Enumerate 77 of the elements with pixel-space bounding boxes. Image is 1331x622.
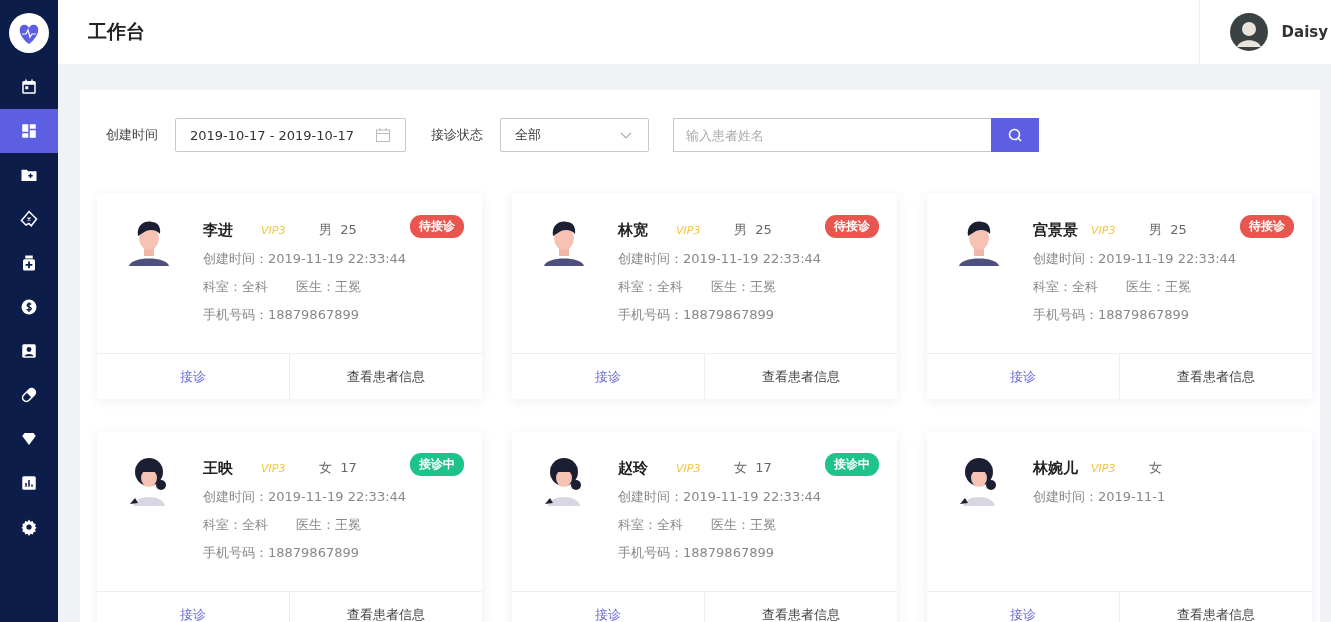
status-badge: 待接诊 (410, 215, 464, 238)
filter-label: 创建时间 (106, 126, 158, 144)
tag-icon (20, 210, 38, 228)
gender-age: 女 17 (734, 459, 772, 477)
department: 科室：全科 (1033, 278, 1098, 296)
phone-number: 手机号码：18879867899 (203, 544, 360, 562)
status-select[interactable]: 全部 (500, 118, 649, 152)
search-field[interactable]: 输入患者姓名 (673, 118, 991, 152)
vip-level: VIP3 (676, 461, 702, 475)
doctor: 医生：王冕 (711, 516, 776, 534)
user-name: Daisy (1281, 23, 1328, 41)
patient-name: 王映 (203, 458, 234, 478)
doctor: 医生：王冕 (1126, 278, 1191, 296)
patient-name: 林宽 (618, 220, 649, 240)
vip-level: VIP3 (1091, 223, 1117, 237)
dollar-icon (20, 298, 38, 316)
department: 科室：全科 (618, 278, 683, 296)
page-title: 工作台 (88, 19, 145, 44)
patient-name: 赵玲 (618, 458, 649, 478)
gender-age: 男 25 (319, 221, 357, 239)
accept-link[interactable]: 接诊 (97, 354, 290, 399)
doctor: 医生：王冕 (711, 278, 776, 296)
phone-number: 手机号码：18879867899 (618, 306, 775, 324)
created-time: 创建时间：2019-11-1 (1033, 488, 1166, 506)
department: 科室：全科 (203, 278, 268, 296)
phone-number: 手机号码：18879867899 (1033, 306, 1190, 324)
accept-link[interactable]: 接诊 (927, 592, 1120, 622)
phone-number: 手机号码：18879867899 (618, 544, 775, 562)
settings-icon (20, 518, 38, 536)
created-time: 创建时间：2019-11-19 22:33:44 (618, 250, 822, 268)
created-time: 创建时间：2019-11-19 22:33:44 (618, 488, 822, 506)
view-info-link[interactable]: 查看患者信息 (705, 354, 897, 399)
heart-logo-icon (9, 13, 49, 53)
created-time: 创建时间：2019-11-19 22:33:44 (203, 250, 407, 268)
vip-level: VIP3 (676, 223, 702, 237)
bar-chart-icon (20, 474, 38, 492)
search-button[interactable] (991, 118, 1039, 152)
contact-icon (20, 342, 38, 360)
search-icon (1007, 127, 1023, 143)
doctor: 医生：王冕 (296, 278, 361, 296)
created-time: 创建时间：2019-11-19 22:33:44 (1033, 250, 1237, 268)
dashboard-icon (20, 122, 38, 140)
status-badge: 待接诊 (1240, 215, 1294, 238)
department: 科室：全科 (618, 516, 683, 534)
view-info-link[interactable]: 查看患者信息 (1120, 592, 1312, 622)
accept-link[interactable]: 接诊 (927, 354, 1120, 399)
gender-age: 男 25 (734, 221, 772, 239)
date-range-field[interactable]: 2019-10-17 - 2019-10-17 (175, 118, 406, 152)
user-avatar-icon[interactable] (1229, 13, 1268, 51)
accept-link[interactable]: 接诊 (512, 592, 705, 622)
gender-age: 女 (1149, 459, 1162, 477)
vip-level: VIP3 (1091, 461, 1117, 475)
view-info-link[interactable]: 查看患者信息 (290, 592, 482, 622)
department: 科室：全科 (203, 516, 268, 534)
phone-number: 手机号码：18879867899 (203, 306, 360, 324)
filter-label: 接诊状态 (431, 126, 483, 144)
gender-age: 男 25 (1149, 221, 1187, 239)
view-info-link[interactable]: 查看患者信息 (705, 592, 897, 622)
calendar-icon (20, 78, 38, 96)
doctor: 医生：王冕 (296, 516, 361, 534)
vip-level: VIP3 (261, 461, 287, 475)
view-info-link[interactable]: 查看患者信息 (1120, 354, 1312, 399)
patient-name: 李进 (203, 220, 234, 240)
created-time: 创建时间：2019-11-19 22:33:44 (203, 488, 407, 506)
gender-age: 女 17 (319, 459, 357, 477)
status-badge: 接诊中 (410, 453, 464, 476)
patient-name: 宫景景 (1033, 220, 1079, 240)
status-badge: 待接诊 (825, 215, 879, 238)
patient-name: 林婉儿 (1033, 458, 1079, 478)
calendar-icon (375, 127, 391, 143)
medicine-bottle-icon (20, 254, 38, 272)
accept-link[interactable]: 接诊 (512, 354, 705, 399)
vip-level: VIP3 (261, 223, 287, 237)
accept-link[interactable]: 接诊 (97, 592, 290, 622)
pill-icon (20, 386, 38, 404)
status-badge: 接诊中 (825, 453, 879, 476)
view-info-link[interactable]: 查看患者信息 (290, 354, 482, 399)
